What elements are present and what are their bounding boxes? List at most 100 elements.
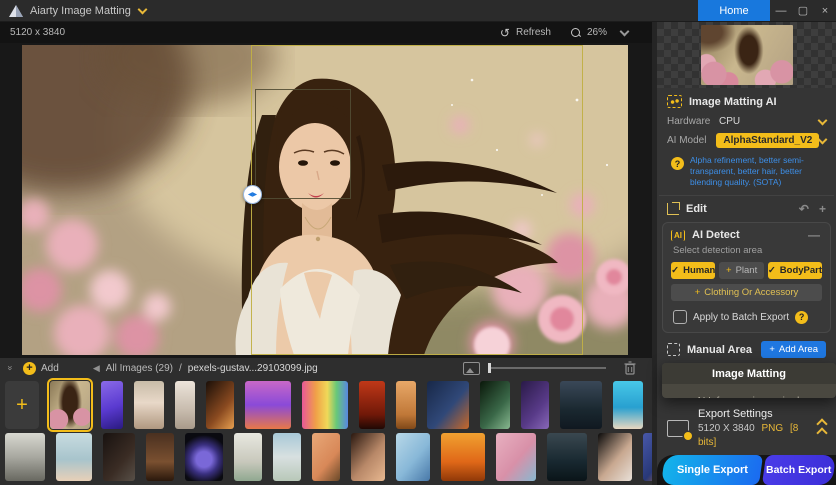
thumbnail-woman-flowers[interactable]: [47, 378, 93, 432]
app-menu-chevron-icon[interactable]: [137, 4, 148, 15]
face-detection-box[interactable]: [255, 89, 351, 199]
home-button[interactable]: Home: [698, 0, 770, 21]
thumbnail-blonde-woman-blue[interactable]: [56, 433, 92, 481]
ai-model-value[interactable]: AlphaStandard_V2: [716, 133, 820, 148]
all-images-link[interactable]: All Images (29): [106, 363, 173, 374]
right-sidebar: Image Matting AI Hardware CPU AI Model A…: [652, 22, 836, 485]
thumbnail-bride-veil[interactable]: [598, 433, 632, 481]
thumbnail-warm-skin-portrait[interactable]: [351, 433, 385, 481]
zoom-dropdown-chevron-icon[interactable]: [619, 26, 630, 37]
thumbnail-beach-blue-person[interactable]: [396, 433, 430, 481]
ai-model-label: AI Model: [667, 135, 707, 146]
refresh-button[interactable]: Refresh: [516, 27, 551, 38]
hardware-dropdown-chevron-icon[interactable]: [817, 115, 828, 126]
ai-detect-panel: AI AI Detect — Select detection area ✓ Hu…: [662, 222, 831, 334]
close-button[interactable]: ×: [814, 0, 836, 21]
thumbnail-night-street[interactable]: [427, 381, 469, 429]
canvas-area: 5120 x 3840 ↺ Refresh 26% ◀▶: [0, 22, 652, 358]
export-settings-icon: [667, 419, 692, 440]
thumbnail-sunset-car-art[interactable]: [245, 381, 291, 429]
ai-model-dropdown-chevron-icon[interactable]: [817, 134, 828, 145]
window-controls: — ▢ ×: [770, 0, 836, 21]
maximize-button[interactable]: ▢: [792, 0, 814, 21]
delete-icon[interactable]: [624, 361, 636, 375]
expand-export-icon[interactable]: [816, 417, 828, 439]
thumbnail-cyan-hat-woman[interactable]: [613, 381, 643, 429]
filmstrip-header: » + Add ◀ All Images (29) / pexels-gusta…: [0, 358, 652, 378]
add-area-button[interactable]: + Add Area: [761, 341, 826, 359]
manual-area-icon: [667, 343, 680, 357]
apply-batch-checkbox[interactable]: [673, 310, 687, 325]
thumbnail-lakeside-person[interactable]: [5, 433, 45, 481]
thumbnail-purple-leaf-abstract[interactable]: [101, 381, 123, 429]
detect-human-button[interactable]: ✓ Human: [671, 262, 716, 280]
thumbnail-bright-street[interactable]: [175, 381, 195, 429]
thumbnail-sea-waterspout[interactable]: [547, 433, 587, 481]
single-export-button[interactable]: Single Export: [660, 455, 764, 485]
thumbnail-rainbow-fan-art[interactable]: [302, 381, 348, 429]
hardware-value[interactable]: CPU: [719, 116, 740, 127]
add-image-button[interactable]: + Add: [23, 361, 59, 375]
detect-bodypart-button[interactable]: ✓ BodyPart: [767, 262, 823, 280]
thumbnail-dark-man-portrait[interactable]: [103, 433, 135, 481]
thumbnail-curly-hair-person[interactable]: [273, 433, 301, 481]
slider-knob[interactable]: [488, 363, 491, 373]
manual-area-title: Manual Area: [687, 343, 753, 356]
image-dimensions-label: 5120 x 3840: [10, 27, 66, 38]
zoom-level-value[interactable]: 26%: [587, 27, 607, 38]
thumbnail-pink-flowers[interactable]: [496, 433, 536, 481]
image-preview-thumbnail[interactable]: [700, 25, 793, 85]
compare-slider-handle[interactable]: ◀▶: [243, 185, 262, 204]
thumbnail-purple-dancer[interactable]: [521, 381, 549, 429]
dialog-title: Image Matting: [662, 363, 836, 385]
edit-crop-icon: [667, 202, 680, 216]
collapse-section-icon[interactable]: —: [808, 229, 820, 241]
thumbnail-white-building[interactable]: [234, 433, 262, 481]
thumbnail-stairs-person[interactable]: [146, 433, 174, 481]
hardware-row: Hardware CPU: [657, 113, 836, 130]
add-image-tile[interactable]: +: [5, 381, 39, 429]
current-file-name: pexels-gustav...29103099.jpg: [187, 362, 318, 374]
thumbnail-flower-crown-portrait[interactable]: [134, 381, 164, 429]
add-area-label: Add Area: [778, 344, 818, 356]
apply-batch-label: Apply to Batch Export: [693, 311, 790, 323]
filmstrip: » + Add ◀ All Images (29) / pexels-gusta…: [0, 358, 671, 485]
thumbnail-row-2: [5, 433, 671, 481]
undo-icon[interactable]: ↶: [799, 203, 809, 215]
main-image[interactable]: ◀▶: [22, 45, 628, 355]
thumbnail-candlelight-portrait[interactable]: [206, 381, 234, 429]
ai-detect-header: AI AI Detect —: [669, 225, 824, 243]
help-icon[interactable]: ?: [671, 157, 684, 170]
thumbnail-golden-portrait[interactable]: [396, 381, 416, 429]
ai-detect-title: AI Detect: [692, 229, 740, 242]
breadcrumb-separator: /: [178, 362, 182, 374]
model-hint-row: ? Alpha refinement, better semi-transpar…: [657, 151, 836, 195]
hardware-label: Hardware: [667, 116, 711, 127]
thumbnail-row-1: +: [5, 378, 647, 432]
thumbnail-closeup-face[interactable]: [312, 433, 340, 481]
image-matting-ai-header: Image Matting AI: [657, 88, 836, 113]
export-settings-row: Export Settings 5120 X 3840 PNG [8 bits]: [657, 398, 836, 455]
refresh-icon[interactable]: ↺: [500, 26, 510, 40]
thumbnail-green-curly-man[interactable]: [480, 381, 510, 429]
thumbnail-purple-flower-dark[interactable]: [185, 433, 223, 481]
export-format: PNG: [761, 423, 784, 434]
collapse-filmstrip-icon[interactable]: »: [6, 365, 16, 370]
batch-export-button[interactable]: Batch Export: [761, 455, 836, 485]
detect-plant-button[interactable]: + Plant: [719, 262, 764, 280]
thumbnail-size-slider[interactable]: [488, 363, 606, 373]
transparency-preview: [657, 22, 836, 88]
add-edit-icon[interactable]: +: [819, 203, 826, 215]
thumbnail-dark-mountains[interactable]: [560, 381, 602, 429]
add-icon: +: [23, 361, 37, 375]
export-settings-title: Export Settings: [698, 408, 773, 421]
detect-clothing-button[interactable]: + Clothing Or Accessory: [671, 284, 822, 302]
thumbnail-orange-sunset[interactable]: [441, 433, 485, 481]
batch-help-icon[interactable]: ?: [795, 310, 809, 324]
add-label: Add: [41, 362, 59, 374]
detection-area-buttons: ✓ Human + Plant ✓ BodyPart: [669, 262, 824, 280]
minimize-button[interactable]: —: [770, 0, 792, 21]
thumbnail-red-robe-figure[interactable]: [359, 381, 385, 429]
back-arrow-icon[interactable]: ◀: [93, 363, 100, 374]
image-matting-ai-icon: [667, 95, 682, 108]
